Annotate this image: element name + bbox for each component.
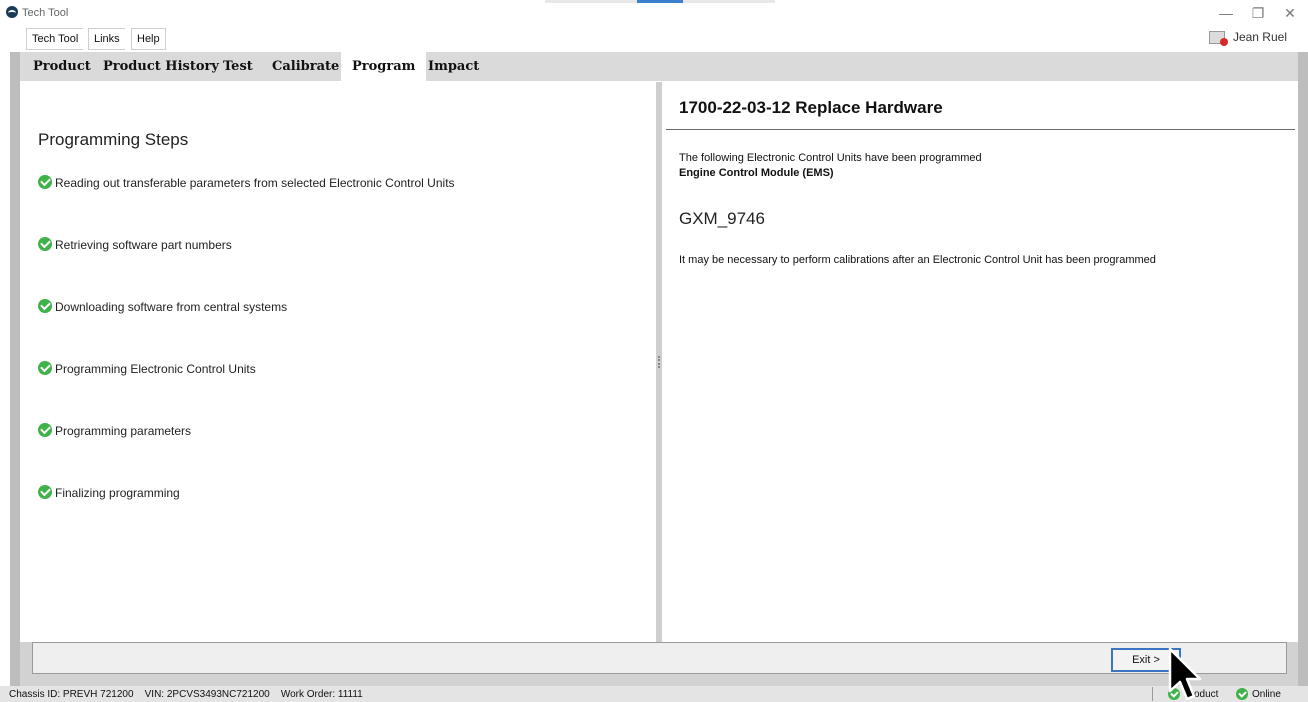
check-icon	[38, 237, 52, 251]
online-status-icon	[1236, 688, 1248, 700]
user-account[interactable]: Jean Ruel	[1208, 30, 1287, 47]
online-status-label: Online	[1252, 689, 1281, 700]
work-order: Work Order: 11111	[280, 689, 363, 700]
result-intro: The following Electronic Control Units h…	[679, 152, 982, 164]
bottom-area: Exit >	[20, 642, 1298, 686]
check-icon	[38, 485, 52, 499]
chassis-id: Chassis ID: PREVH 721200	[9, 689, 134, 700]
result-ecu: Engine Control Module (EMS)	[679, 167, 834, 179]
frame-right	[1298, 52, 1308, 686]
frame-left	[10, 52, 20, 686]
tab-product[interactable]: Product	[22, 52, 102, 81]
menu-help[interactable]: Help	[131, 28, 166, 50]
window-titlebar: Tech Tool — ❐ ✕	[0, 0, 1308, 24]
tab-test[interactable]: Test	[212, 52, 264, 81]
status-separator	[1152, 687, 1153, 701]
title-accent-active	[637, 0, 683, 3]
user-name: Jean Ruel	[1232, 30, 1287, 44]
cursor-arrow-icon	[1168, 647, 1202, 701]
step-label: Downloading software from central system…	[55, 300, 288, 314]
step-label: Finalizing programming	[55, 486, 180, 500]
window-title: Tech Tool	[22, 7, 69, 19]
step-label: Retrieving software part numbers	[55, 238, 232, 252]
check-icon	[38, 299, 52, 313]
menu-links[interactable]: Links	[88, 28, 125, 50]
part-number: GXM_9746	[679, 209, 765, 228]
minimize-button[interactable]: —	[1208, 2, 1244, 24]
tab-program[interactable]: Program	[341, 52, 427, 81]
check-icon	[38, 175, 52, 189]
check-icon	[38, 361, 52, 375]
step-label: Programming parameters	[55, 424, 192, 438]
heading-divider	[666, 129, 1295, 130]
tab-bar: Product Product History Test Calibrate P…	[20, 52, 1298, 81]
result-panel: 1700-22-03-12 Replace Hardware The follo…	[662, 82, 1298, 642]
menu-tech-tool[interactable]: Tech Tool	[26, 28, 84, 50]
result-note: It may be necessary to perform calibrati…	[679, 254, 1156, 266]
status-info: Chassis ID: PREVH 721200 VIN: 2PCVS3493N…	[9, 689, 363, 700]
vin: VIN: 2PCVS3493NC721200	[144, 689, 270, 700]
status-bar: Chassis ID: PREVH 721200 VIN: 2PCVS3493N…	[0, 686, 1308, 702]
menu-bar: Tech Tool Links Help Jean Ruel	[10, 28, 1299, 50]
result-heading: 1700-22-03-12 Replace Hardware	[679, 98, 943, 117]
programming-steps-panel: Programming Steps Reading out transferab…	[20, 82, 656, 642]
tab-calibrate[interactable]: Calibrate	[261, 52, 350, 81]
button-strip: Exit >	[32, 642, 1287, 674]
close-button[interactable]: ✕	[1272, 2, 1308, 24]
tab-product-history[interactable]: Product History	[92, 52, 230, 81]
step-label: Programming Electronic Control Units	[55, 362, 256, 376]
user-icon	[1208, 31, 1228, 47]
restore-button[interactable]: ❐	[1240, 2, 1276, 24]
steps-title: Programming Steps	[38, 130, 189, 149]
step-label: Reading out transferable parameters from…	[55, 176, 455, 190]
app-logo-icon	[6, 6, 18, 18]
tab-impact[interactable]: Impact	[417, 52, 490, 81]
check-icon	[38, 423, 52, 437]
